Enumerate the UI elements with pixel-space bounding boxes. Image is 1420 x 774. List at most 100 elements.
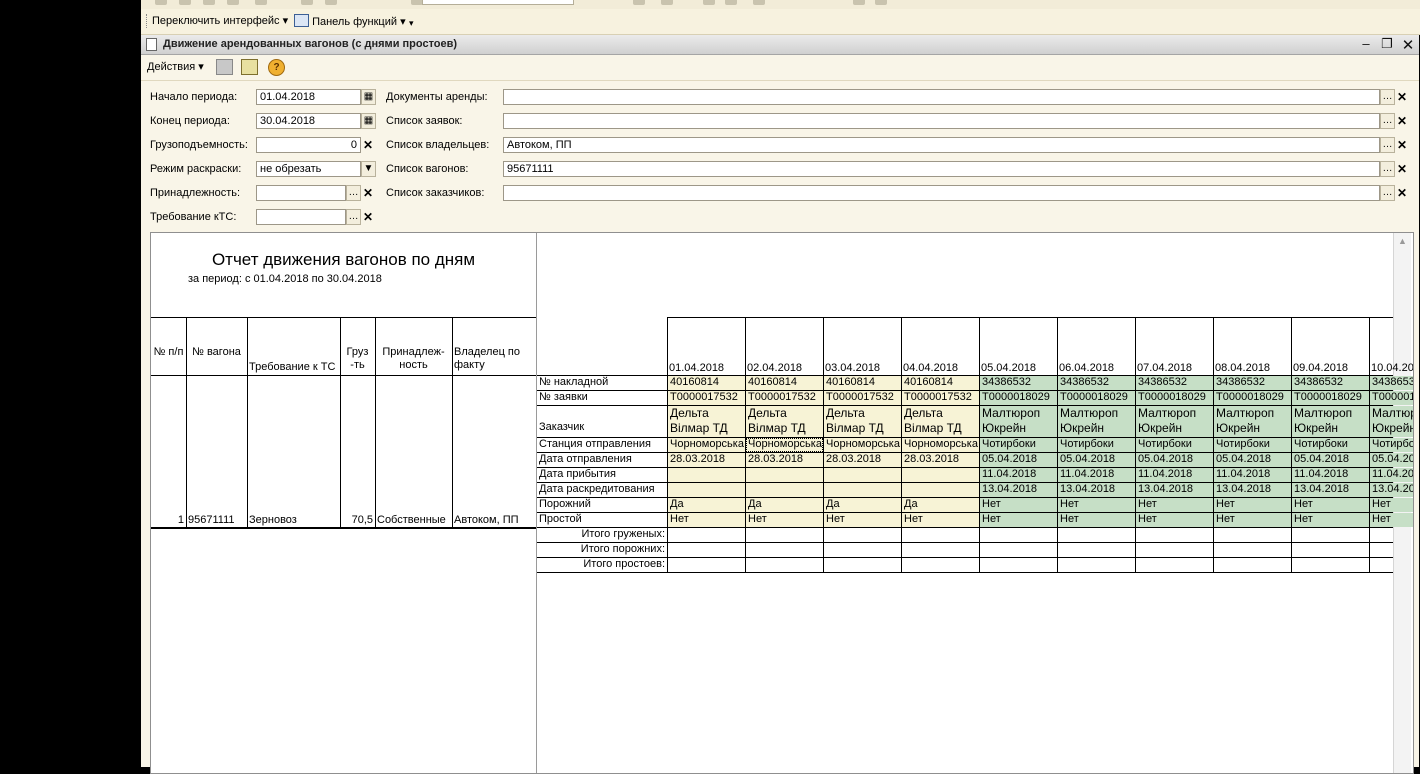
selected-cell[interactable] (746, 438, 823, 452)
clear-icon[interactable]: ✕ (1396, 89, 1408, 105)
day-cell-nakl: 40160814 (668, 376, 745, 390)
clear-icon[interactable]: ✕ (1396, 137, 1408, 153)
total-label: Итого груженых: (581, 528, 665, 540)
owners-field[interactable]: Автоком, ПП (503, 137, 1380, 153)
total-cell (980, 558, 1057, 572)
requests-field[interactable] (503, 113, 1380, 129)
total-cell (824, 528, 901, 542)
total-cell (1370, 543, 1413, 557)
color-mode-label: Режим раскраски: (150, 163, 242, 175)
total-cell (1136, 558, 1213, 572)
scroll-up-icon[interactable]: ▲ (1398, 236, 1407, 246)
clear-icon[interactable]: ✕ (1396, 161, 1408, 177)
day-cell-idle: Нет (1214, 513, 1291, 527)
day-cell-nakl: 34386532 (1136, 376, 1213, 390)
ktc-field[interactable] (256, 209, 346, 225)
day-cell-nakl: 34386532 (1214, 376, 1291, 390)
day-cell-idle: Нет (1292, 513, 1369, 527)
date-header: 10.04.2018 (1371, 362, 1414, 374)
column-header-wagon: № вагона (192, 346, 241, 358)
row-cell-owner: Автоком, ПП (454, 514, 519, 526)
day-cell-unload (824, 483, 901, 497)
row-cell-wagon: 95671111 (188, 514, 235, 526)
date-header: 03.04.2018 (825, 362, 881, 374)
day-cell-idle: Нет (824, 513, 901, 527)
lease-docs-field[interactable] (503, 89, 1380, 105)
column-header-owner: Владелец по факту (454, 346, 521, 371)
row-cell-cap: 70,5 (351, 514, 373, 526)
column-header-own: Принадлеж- ность (382, 346, 445, 371)
row-label: Порожний (539, 498, 591, 510)
chevron-down-icon[interactable]: ▼ (361, 161, 376, 177)
day-cell-arr: 11.04.2018 (1370, 468, 1413, 482)
day-cell-zayavka: T0000018029 (1136, 391, 1213, 405)
day-cell-nakl: 34386532 (980, 376, 1057, 390)
calendar-icon[interactable]: ▦ (361, 113, 376, 129)
color-mode-select[interactable]: не обрезать (256, 161, 361, 177)
day-cell-cust: Дельта Вілмар ТД (746, 406, 823, 437)
total-cell (824, 543, 901, 557)
switch-interface-menu[interactable]: Переключить интерфейс ▾ (152, 14, 288, 27)
generate-icon[interactable] (241, 59, 258, 75)
report-spreadsheet[interactable]: Отчет движения вагонов по дням за период… (150, 232, 1414, 774)
day-cell-arr: 11.04.2018 (1214, 468, 1291, 482)
date-header: 01.04.2018 (669, 362, 725, 374)
clear-icon[interactable]: ✕ (362, 185, 374, 201)
total-cell (668, 528, 745, 542)
day-cell-cust: Дельта Вілмар ТД (824, 406, 901, 437)
clear-icon[interactable]: ✕ (362, 137, 374, 153)
function-panel-icon (294, 14, 309, 27)
ownership-field[interactable] (256, 185, 346, 201)
row-cell-num: 1 (177, 514, 184, 526)
toolbar-grip (146, 14, 149, 28)
day-cell-nakl: 34386532 (1370, 376, 1413, 390)
actions-menu[interactable]: Действия ▾ (147, 60, 204, 73)
clear-icon[interactable]: ✕ (1396, 185, 1408, 201)
day-cell-dep: 28.03.2018 (902, 453, 979, 467)
minimize-icon[interactable]: ‒ (1358, 36, 1374, 51)
end-period-field[interactable]: 30.04.2018 (256, 113, 361, 129)
date-header: 06.04.2018 (1059, 362, 1115, 374)
total-cell (1370, 558, 1413, 572)
day-cell-dep: 28.03.2018 (746, 453, 823, 467)
total-cell (1136, 528, 1213, 542)
restore-icon[interactable]: ❐ (1379, 36, 1395, 52)
day-cell-zayavka: T0000017532 (824, 391, 901, 405)
select-icon[interactable]: … (346, 185, 361, 201)
calendar-icon[interactable]: ▦ (361, 89, 376, 105)
select-icon[interactable]: … (1380, 137, 1395, 153)
dropdown-arrow-icon: ▾ (400, 16, 406, 28)
select-icon[interactable]: … (1380, 161, 1395, 177)
select-icon[interactable]: … (1380, 113, 1395, 129)
day-cell-zayavka: T0000018029 (980, 391, 1057, 405)
total-cell (1370, 528, 1413, 542)
quick-search-input[interactable] (422, 0, 574, 5)
clear-icon[interactable]: ✕ (362, 209, 374, 225)
clear-icon[interactable]: ✕ (1396, 113, 1408, 129)
wagons-label: Список вагонов: (386, 163, 469, 175)
function-panel-menu[interactable]: Панель функций ▾ (294, 14, 406, 28)
row-cell-own: Собственные (377, 514, 446, 526)
capacity-field[interactable]: 0 (256, 137, 361, 153)
customers-field[interactable] (503, 185, 1380, 201)
print-icon[interactable] (216, 59, 233, 75)
help-icon[interactable]: ? (268, 59, 285, 76)
day-cell-unload (668, 483, 745, 497)
total-cell (1058, 543, 1135, 557)
day-cell-dep: 05.04.2018 (1214, 453, 1291, 467)
wagons-field[interactable]: 95671111 (503, 161, 1380, 177)
close-icon[interactable]: ✕ (1400, 36, 1416, 54)
day-cell-unload: 13.04.2018 (1058, 483, 1135, 497)
select-icon[interactable]: … (346, 209, 361, 225)
select-icon[interactable]: … (1380, 185, 1395, 201)
toolbar-overflow-icon[interactable]: ▾ (409, 18, 414, 29)
grid-line (667, 317, 1393, 318)
start-period-field[interactable]: 01.04.2018 (256, 89, 361, 105)
end-period-label: Конец периода: (150, 115, 230, 127)
actions-bar: Действия ▾ ? (141, 55, 1419, 81)
report-title: Отчет движения вагонов по дням (211, 250, 476, 269)
day-cell-cust: Малтюроп Юкрейн (980, 406, 1057, 437)
select-icon[interactable]: … (1380, 89, 1395, 105)
dropdown-arrow-icon: ▾ (282, 15, 289, 27)
day-cell-arr: 11.04.2018 (1058, 468, 1135, 482)
